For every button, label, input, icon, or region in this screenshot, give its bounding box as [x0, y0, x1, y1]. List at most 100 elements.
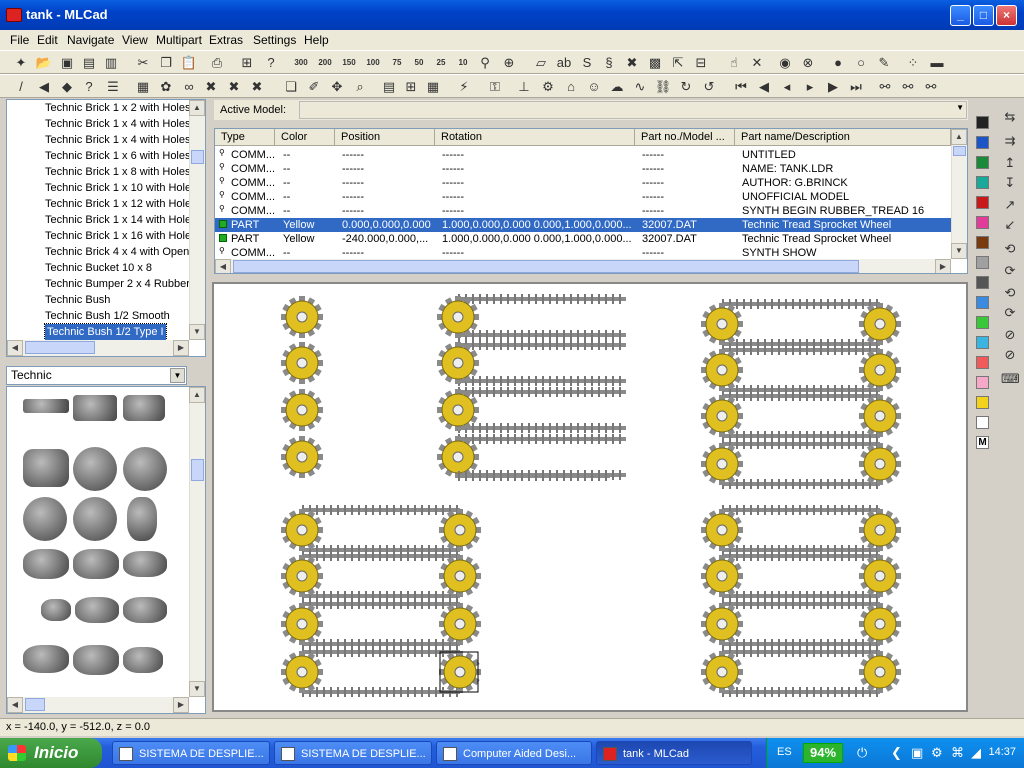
menu-edit[interactable]: Edit — [37, 33, 58, 47]
tree-item[interactable]: Technic Brick 1 x 10 with Holes — [45, 180, 197, 196]
tree-item-selected[interactable]: Technic Bush 1/2 Type I — [44, 323, 167, 341]
zoom-300-icon[interactable]: 300 — [292, 54, 310, 72]
part-thumbnail[interactable] — [73, 497, 117, 541]
sprocket-wheel[interactable] — [701, 509, 743, 551]
sprocket-wheel[interactable] — [701, 395, 743, 437]
part-thumbnail[interactable] — [123, 551, 167, 577]
scroll-up-icon[interactable]: ▲ — [189, 387, 205, 403]
tree-item[interactable]: Technic Bush — [45, 292, 110, 308]
sprocket-wheel[interactable] — [281, 555, 323, 597]
wand-icon[interactable]: ⚡ — [455, 78, 473, 96]
palette-icon[interactable]: ✿ — [157, 78, 175, 96]
synth-icon[interactable]: § — [600, 54, 618, 72]
move-y-plus-icon[interactable]: ↧ — [1001, 174, 1019, 192]
sprocket-wheel[interactable] — [439, 555, 481, 597]
tread-chain[interactable] — [302, 687, 460, 697]
sprocket-wheel[interactable] — [859, 349, 901, 391]
tree-item[interactable]: Technic Brick 4 x 4 with Open — [45, 244, 189, 260]
table-row[interactable]: ⚲ COMM... -- ------ ------ ------ SYNTH BEGIN … — [215, 204, 951, 218]
movie-icon[interactable]: ▬ — [928, 54, 946, 72]
table-row[interactable]: ⚲ COMM... -- ------ ------ ------ NAME: TANK.L… — [215, 162, 951, 176]
sprocket-wheel[interactable] — [859, 395, 901, 437]
part-thumbnail[interactable] — [23, 645, 69, 673]
save-as-icon[interactable]: ▤ — [80, 54, 98, 72]
category-select[interactable]: Technic ▼ — [6, 366, 187, 385]
sprocket-wheel[interactable] — [859, 303, 901, 345]
chain-icon[interactable]: ⛓ — [654, 78, 672, 96]
arrow-left-icon[interactable]: ◀ — [35, 78, 53, 96]
scroll-thumb[interactable] — [191, 150, 204, 164]
table-row[interactable]: PART Yellow -240.000,0.000,... 1.000,0.000,… — [215, 232, 951, 246]
delete-part-icon[interactable]: ✖ — [623, 54, 641, 72]
zoom-out-icon[interactable]: ⚲ — [476, 54, 494, 72]
binoculars-prev-icon[interactable]: ⚯ — [922, 78, 940, 96]
parts-horizontal-scrollbar[interactable]: ◀ ▶ — [7, 697, 189, 713]
tread-chain[interactable] — [458, 434, 626, 444]
tread-chain[interactable] — [302, 505, 460, 515]
parts-icon[interactable]: ▦ — [134, 78, 152, 96]
tree-item[interactable]: Technic Brick 1 x 8 with Holes — [45, 164, 191, 180]
table-horizontal-scrollbar[interactable]: ◀ ▶ — [215, 259, 951, 273]
help-icon[interactable]: ? — [262, 54, 280, 72]
column-header-type[interactable]: Type — [215, 129, 275, 146]
previous-step-icon[interactable]: ◀ — [755, 78, 773, 96]
table-row[interactable]: ⚲ COMM... -- ------ ------ ------ UNOFFICIAL M… — [215, 190, 951, 204]
table-vertical-scrollbar[interactable]: ▲ ▼ — [951, 129, 967, 259]
hose-icon[interactable]: ∿ — [631, 78, 649, 96]
hand-icon[interactable]: ☝ — [725, 54, 743, 72]
parts-vertical-scrollbar[interactable]: ▲ ▼ — [189, 387, 205, 697]
rotate-y-icon[interactable]: ⟲ — [1001, 284, 1019, 302]
tread-chain[interactable] — [722, 299, 880, 309]
chevron-left-icon[interactable]: ❮ — [891, 745, 902, 761]
query-icon[interactable]: ? — [80, 78, 98, 96]
sprocket-wheel[interactable] — [281, 509, 323, 551]
sprocket-wheel[interactable] — [281, 603, 323, 645]
table-row-selected[interactable]: PART Yellow 0.000,0.000,0.000 1.000,0.000,0… — [215, 218, 951, 232]
tread-chain[interactable] — [458, 423, 626, 433]
part-thumbnail[interactable] — [123, 597, 167, 623]
save-icon[interactable]: ▣ — [58, 54, 76, 72]
tread-chain[interactable] — [722, 345, 880, 355]
part-thumbnail[interactable] — [127, 497, 157, 541]
rotate-disabled-icon[interactable]: ⊗ — [799, 54, 817, 72]
color-swatch[interactable] — [976, 376, 989, 389]
column-header-part-no[interactable]: Part no./Model ... — [635, 129, 735, 146]
part-thumbnail[interactable] — [41, 599, 71, 621]
open-folder-icon[interactable]: 📂 — [35, 54, 53, 72]
rotate-x-rev-icon[interactable]: ⟳ — [1001, 262, 1019, 280]
part-thumbnail[interactable] — [123, 395, 165, 421]
wizard-icon[interactable]: ⚿ — [486, 78, 504, 96]
save-all-icon[interactable]: ▥ — [102, 54, 120, 72]
part-thumbnail[interactable] — [23, 399, 69, 413]
column-header-position[interactable]: Position — [335, 129, 435, 146]
sprocket-wheel[interactable] — [859, 509, 901, 551]
spring-icon[interactable]: ↻ — [677, 78, 695, 96]
tread-chain[interactable] — [458, 387, 626, 397]
zoom-150-icon[interactable]: 150 — [340, 54, 358, 72]
zoom-50-icon[interactable]: 50 — [410, 54, 428, 72]
tread-chain[interactable] — [722, 551, 880, 561]
part-thumbnail[interactable] — [73, 645, 119, 675]
scroll-thumb[interactable] — [191, 459, 204, 481]
list-icon[interactable]: ☰ — [104, 78, 122, 96]
mlcad-app-icon[interactable] — [6, 8, 22, 22]
tree-item[interactable]: Technic Bumper 2 x 4 Rubber — [45, 276, 190, 292]
scroll-up-icon[interactable]: ▲ — [189, 100, 205, 116]
rotate-y-rev-icon[interactable]: ⟳ — [1001, 304, 1019, 322]
sprocket-wheel[interactable] — [859, 603, 901, 645]
scroll-down-icon[interactable]: ▼ — [189, 681, 205, 697]
move-icon[interactable]: ✥ — [328, 78, 346, 96]
sprocket-wheel[interactable] — [701, 603, 743, 645]
color-swatch[interactable] — [976, 256, 989, 269]
part-thumbnail[interactable] — [23, 497, 67, 541]
tread-chain[interactable] — [722, 599, 880, 609]
pen-edit-icon[interactable]: ✐ — [305, 78, 323, 96]
tree-horizontal-scrollbar[interactable]: ◀ ▶ — [7, 340, 189, 356]
viewport-canvas[interactable] — [214, 284, 966, 710]
model-icon[interactable]: ▱ — [532, 54, 550, 72]
step-icon[interactable]: S — [578, 54, 596, 72]
taskbar-item[interactable]: SISTEMA DE DESPLIE... — [274, 741, 432, 765]
new-file-icon[interactable]: ✦ — [12, 54, 30, 72]
tread-chain[interactable] — [458, 330, 626, 340]
active-model-select[interactable]: ▼ — [299, 101, 967, 119]
